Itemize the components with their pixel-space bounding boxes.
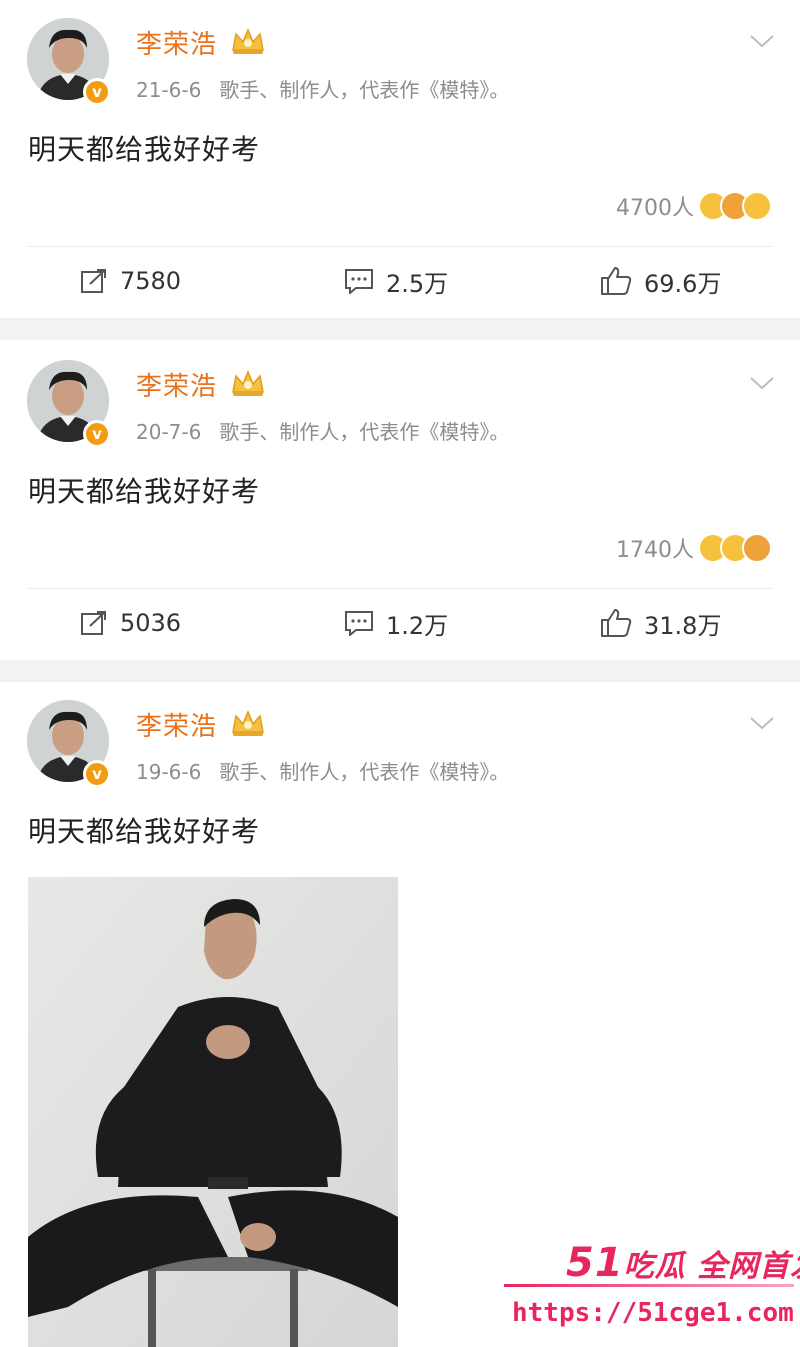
chevron-down-icon[interactable] (748, 714, 776, 732)
like-button[interactable]: 69.6万 (600, 258, 721, 304)
post-meta: 19-6-6 歌手、制作人，代表作《模特》。 (136, 756, 509, 785)
comment-button[interactable]: 2.5万 (344, 258, 448, 304)
verified-v-icon: v (83, 420, 111, 448)
watermark-url: https://51cge1.com (512, 1298, 794, 1328)
post-date[interactable]: 21-6-6 (136, 78, 201, 102)
username[interactable]: 李荣浩 (136, 366, 217, 403)
post-text: 明天都给我好好考 (28, 815, 261, 848)
post-meta: 20-7-6 歌手、制作人，代表作《模特》。 (136, 416, 509, 445)
reactions-summary[interactable]: 4700人 (616, 188, 772, 224)
user-bio: 歌手、制作人，代表作《模特》。 (219, 78, 510, 102)
reactions-count: 1740人 (616, 538, 694, 563)
divider (28, 246, 772, 247)
crown-badge-icon (232, 28, 264, 54)
user-bio: 歌手、制作人，代表作《模特》。 (219, 760, 510, 784)
watermark-underline (504, 1284, 794, 1287)
crown-badge-icon (232, 710, 264, 736)
repost-icon (81, 269, 106, 293)
repost-button[interactable]: 7580 (80, 258, 181, 304)
weibo-post-1: v 李荣浩 21-6-6 歌手、制作人，代表作《模特》。 明天都给我好好考 470… (0, 0, 800, 318)
comment-icon (345, 269, 373, 294)
chevron-down-icon[interactable] (748, 374, 776, 392)
comment-button[interactable]: 1.2万 (344, 600, 448, 646)
reaction-emoji-icon (742, 533, 772, 563)
reaction-emoji-icon (742, 191, 772, 221)
watermark-slogan: 吃瓜 全网首发 (623, 1249, 800, 1284)
username[interactable]: 李荣浩 (136, 24, 217, 61)
repost-count: 5036 (120, 609, 182, 637)
username[interactable]: 李荣浩 (136, 706, 217, 743)
post-text: 明天都给我好好考 (28, 133, 261, 166)
weibo-post-2: v 李荣浩 20-7-6 歌手、制作人，代表作《模特》。 明天都给我好好考 174… (0, 342, 800, 660)
post-meta: 21-6-6 歌手、制作人，代表作《模特》。 (136, 74, 509, 103)
repost-count: 7580 (120, 267, 182, 295)
comment-icon (345, 611, 373, 636)
action-bar: 5036 1.2万 31.8万 (0, 600, 800, 646)
verified-v-icon: v (83, 760, 111, 788)
divider (28, 588, 772, 589)
post-separator (0, 660, 800, 682)
crown-badge-icon (232, 370, 264, 396)
watermark-brand: 51吃瓜 全网首发 (566, 1240, 800, 1286)
reactions-summary[interactable]: 1740人 (616, 530, 772, 566)
chevron-down-icon[interactable] (748, 32, 776, 50)
post-date[interactable]: 19-6-6 (136, 760, 201, 784)
like-thumb-icon (601, 609, 632, 637)
user-bio: 歌手、制作人，代表作《模特》。 (219, 420, 510, 444)
comment-count: 2.5万 (386, 269, 449, 298)
verified-v-icon: v (83, 78, 111, 106)
post-text: 明天都给我好好考 (28, 475, 261, 508)
post-photo[interactable] (28, 877, 398, 1347)
post-date[interactable]: 20-7-6 (136, 420, 201, 444)
reactions-count: 4700人 (616, 196, 694, 221)
post-separator (0, 318, 800, 340)
like-count: 31.8万 (644, 611, 722, 640)
watermark-number: 51 (566, 1240, 624, 1286)
repost-icon (81, 611, 106, 635)
action-bar: 7580 2.5万 69.6万 (0, 258, 800, 304)
comment-count: 1.2万 (386, 611, 449, 640)
repost-button[interactable]: 5036 (80, 600, 181, 646)
like-thumb-icon (601, 267, 632, 295)
like-button[interactable]: 31.8万 (600, 600, 721, 646)
like-count: 69.6万 (644, 269, 722, 298)
